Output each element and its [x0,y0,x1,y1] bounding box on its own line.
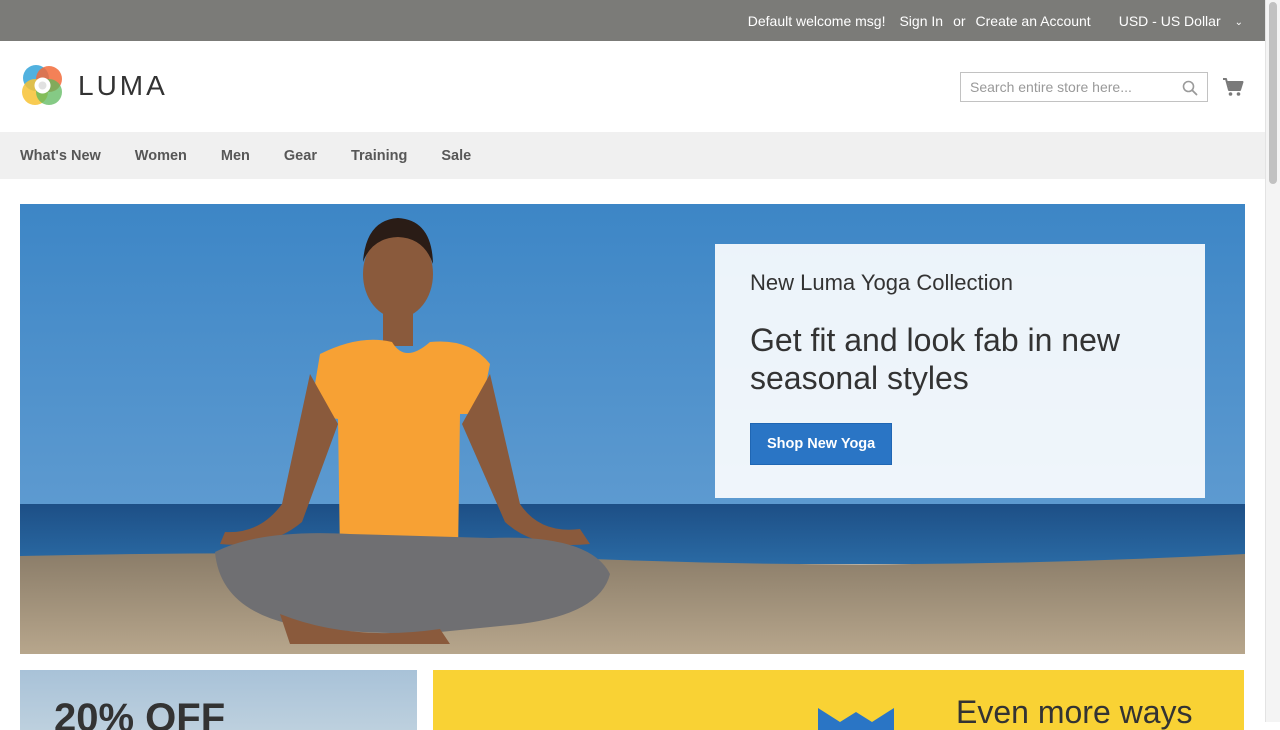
logo-text: LUMA [78,69,168,101]
promo-left-text: 20% OFF [54,696,226,730]
hero-banner[interactable]: New Luma Yoga Collection Get fit and loo… [20,204,1245,654]
shop-new-yoga-button[interactable]: Shop New Yoga [750,423,893,465]
nav-item-women[interactable]: Women [135,148,187,164]
search-box [960,72,1208,102]
hero-title: Get fit and look fab in new seasonal sty… [750,322,1120,396]
nav-item-gear[interactable]: Gear [284,148,317,164]
currency-label: USD - US Dollar [1118,12,1221,29]
currency-switcher[interactable]: USD - US Dollar ⌄ [1105,13,1243,29]
search-input[interactable] [961,73,1180,101]
hero-subtitle: New Luma Yoga Collection [750,270,1013,295]
nav-item-training[interactable]: Training [351,148,407,164]
cart-icon[interactable] [1222,77,1244,102]
panel-header: Default welcome msg! Sign In or Create a… [0,0,1265,41]
nav-item-men[interactable]: Men [221,148,250,164]
panel-links: Default welcome msg! Sign In or Create a… [734,0,1243,41]
promo-right-text: Even more ways [956,694,1193,730]
luma-logo-icon [22,65,62,105]
sign-in-link[interactable]: Sign In [899,13,943,29]
nav-item-whats-new[interactable]: What's New [20,148,101,164]
or-separator: or [953,12,966,29]
page-scrollbar[interactable] [1265,0,1280,722]
logo[interactable]: LUMA [20,63,168,108]
nav-item-sale[interactable]: Sale [441,148,471,164]
chevron-down-icon: ⌄ [1234,16,1243,28]
promo-block-left[interactable]: 20% OFF [20,670,417,730]
promo-graphic [818,708,894,730]
hero-card: New Luma Yoga Collection Get fit and loo… [715,244,1205,498]
scrollbar-thumb[interactable] [1269,2,1277,184]
create-account-link[interactable]: Create an Account [976,13,1091,29]
promo-block-right[interactable]: Even more ways [433,670,1244,730]
welcome-message: Default welcome msg! [747,12,886,29]
site-header: LUMA [0,41,1265,132]
main-navigation: What's New Women Men Gear Training Sale [0,132,1265,179]
search-icon[interactable] [1182,80,1198,101]
